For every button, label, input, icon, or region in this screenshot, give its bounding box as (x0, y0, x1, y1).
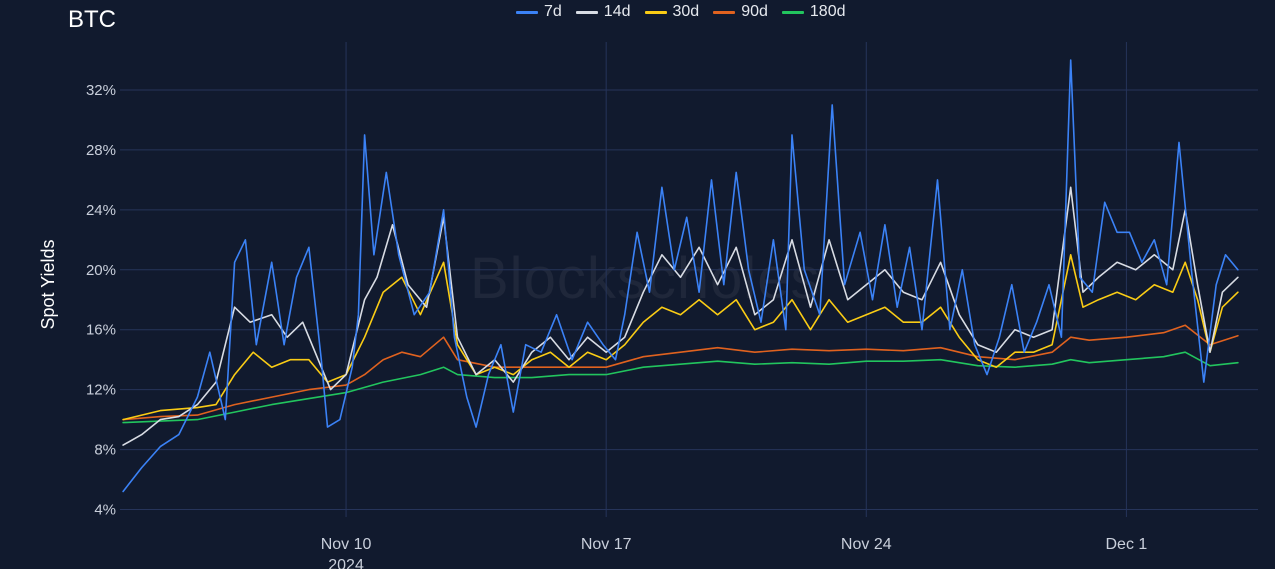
y-tick-label: 24% (86, 202, 116, 219)
series-layer (122, 59, 1239, 493)
y-tick-label: 20% (86, 262, 116, 279)
x-year-label: 2024 (328, 557, 364, 569)
chart-container: BTC 7d 14d 30d 90d 180d Blockscholes 4% 8% 12%… (0, 0, 1275, 569)
x-tick-label: Nov 10 (321, 536, 372, 553)
x-tick-label: Nov 24 (841, 536, 892, 553)
series-line-180d (122, 351, 1239, 424)
y-tick-label: 32% (86, 82, 116, 99)
grid-layer (120, 42, 1258, 517)
y-tick-label: 12% (86, 382, 116, 399)
y-tick-label: 16% (86, 322, 116, 339)
x-tick-label: Nov 17 (581, 536, 632, 553)
axis-layer: 4% 8% 12% 16% 20% 24% 28% 32% Nov 10 2024 Nov 17 No… (38, 82, 1147, 569)
y-tick-label: 4% (94, 502, 116, 519)
y-tick-label: 8% (94, 442, 116, 459)
y-tick-label: 28% (86, 142, 116, 159)
series-line-7d (122, 59, 1239, 493)
line-chart: 4% 8% 12% 16% 20% 24% 28% 32% Nov 10 2024 Nov 17 No… (38, 42, 1258, 569)
series-line-14d (122, 186, 1239, 446)
y-axis-title: Spot Yields (38, 239, 58, 329)
x-tick-label: Dec 1 (1105, 536, 1147, 553)
series-line-90d (122, 324, 1239, 421)
